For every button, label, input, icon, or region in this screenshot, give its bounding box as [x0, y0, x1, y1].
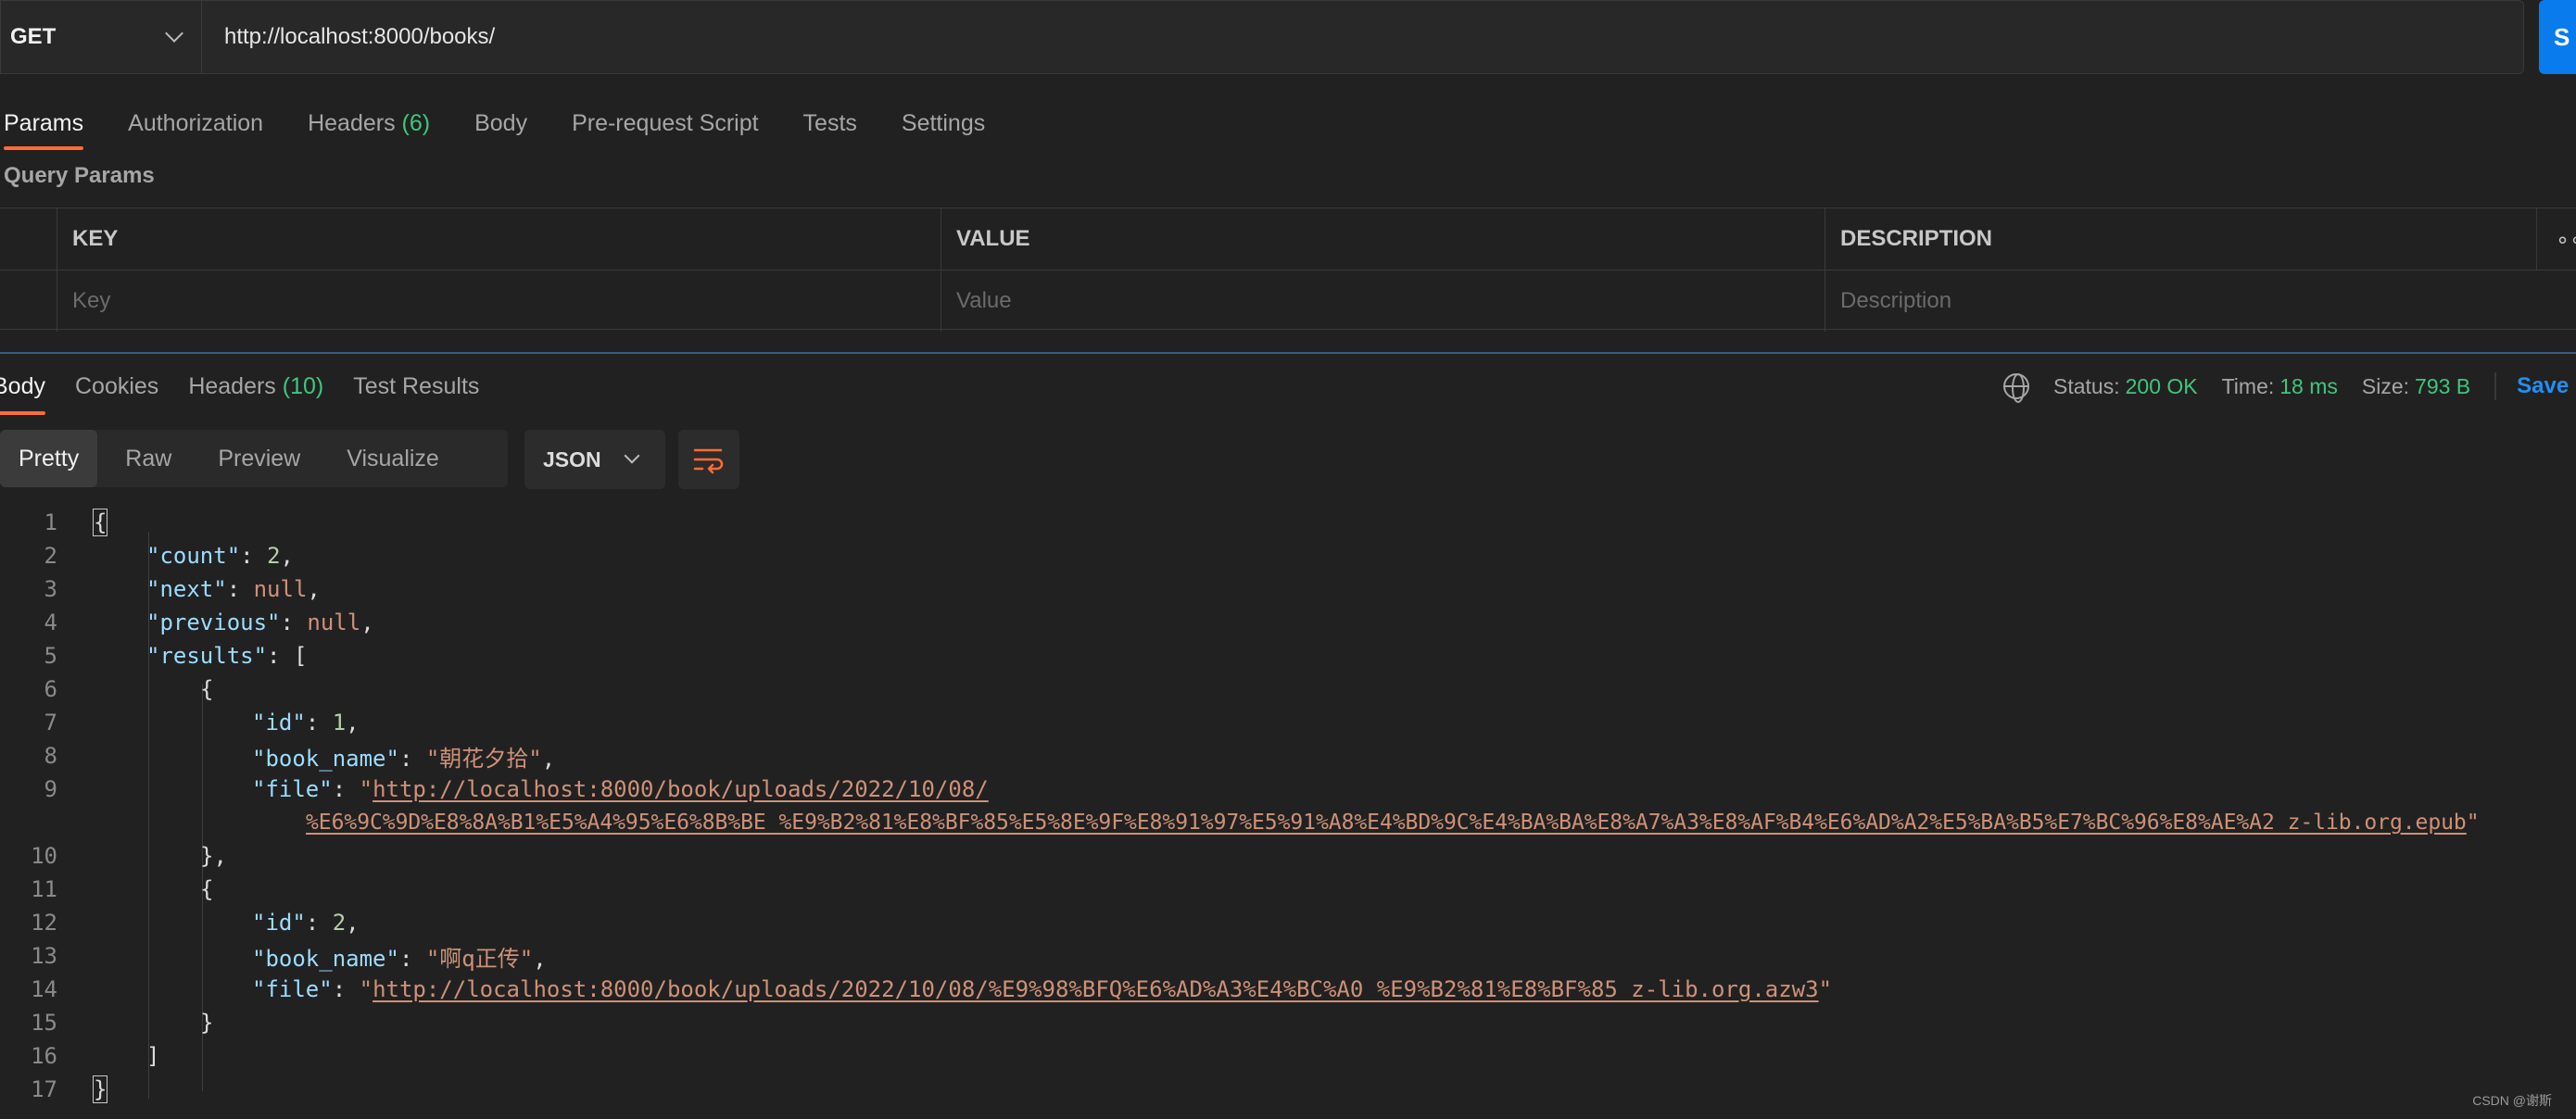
row-checkbox-column [0, 270, 57, 332]
method-label: GET [10, 24, 57, 49]
line-number: 15 [31, 1010, 57, 1036]
json-null: null [307, 610, 361, 635]
line-number: 8 [44, 743, 57, 769]
line-number: 16 [31, 1043, 57, 1069]
file-link[interactable]: %E6%9C%9D%E8%8A%B1%E5%A4%95%E6%8B%BE_%E9… [306, 811, 2467, 835]
json-string: "啊q正传" [425, 945, 534, 972]
tab-headers-count: (6) [401, 109, 431, 136]
tab-cookies[interactable]: Cookies [75, 363, 158, 409]
time-label: Time: [2221, 373, 2275, 398]
json-number: 2 [267, 543, 281, 569]
status-label: Status: [2053, 373, 2120, 398]
format-select[interactable]: JSON [524, 430, 665, 489]
request-tabs: Params Authorization Headers (6) Body Pr… [4, 100, 1029, 150]
tab-response-body[interactable]: Body [0, 363, 45, 415]
tab-response-headers-label: Headers [188, 372, 276, 399]
size-value[interactable]: 793 B [2415, 374, 2470, 399]
time-value[interactable]: 18 ms [2279, 374, 2338, 399]
send-button[interactable]: S [2539, 0, 2576, 74]
column-key: KEY [57, 208, 941, 270]
json-key: "previous" [146, 610, 281, 635]
more-options-icon[interactable]: ∘∘ [2556, 227, 2576, 253]
view-raw[interactable]: Raw [97, 430, 190, 487]
response-tabs: Body Cookies Headers (10) Test Results [0, 363, 509, 415]
line-number: 3 [44, 576, 57, 602]
view-pretty[interactable]: Pretty [0, 430, 98, 487]
chevron-down-icon [624, 447, 640, 464]
tab-tests[interactable]: Tests [803, 100, 857, 146]
wrap-lines-button[interactable] [678, 430, 739, 489]
indent-guide [202, 884, 203, 1091]
line-number: 12 [31, 910, 57, 936]
watermark: CSDN @谢斯 [2472, 1093, 2552, 1108]
pane-divider[interactable] [0, 352, 2576, 354]
url-text: http://localhost:8000/books/ [224, 24, 496, 49]
line-number: 17 [31, 1076, 57, 1102]
line-number: 14 [31, 976, 57, 1002]
table-header-row: KEY VALUE DESCRIPTION ∘∘ [0, 208, 2576, 270]
tab-response-headers-count: (10) [282, 372, 324, 399]
row-checkbox-column [0, 208, 57, 270]
query-params-table: KEY VALUE DESCRIPTION ∘∘ Key Value Descr… [0, 207, 2576, 332]
globe-icon[interactable] [2003, 373, 2029, 403]
file-link[interactable]: http://localhost:8000/book/uploads/2022/… [373, 776, 989, 802]
line-number: 2 [44, 543, 57, 569]
chevron-down-icon [165, 24, 183, 43]
description-input[interactable]: Description [1825, 270, 2576, 332]
json-string: "朝花夕拾" [425, 745, 542, 772]
view-preview[interactable]: Preview [190, 430, 319, 487]
view-mode-segmented: Pretty Raw Preview Visualize [0, 430, 508, 487]
method-select[interactable]: GET [0, 0, 202, 74]
json-key: "book_name" [252, 745, 399, 772]
line-number: 13 [31, 943, 57, 969]
json-key: "book_name" [252, 945, 399, 972]
save-response-button[interactable]: Save [2517, 373, 2569, 399]
wrap-lines-icon [693, 448, 724, 474]
key-input[interactable]: Key [57, 270, 941, 332]
tab-headers[interactable]: Headers (6) [308, 100, 430, 146]
view-visualize[interactable]: Visualize [319, 430, 458, 487]
table-row: Key Value Description [0, 270, 2576, 332]
column-description: DESCRIPTION [1825, 208, 2537, 270]
size-label: Size: [2361, 373, 2410, 398]
tab-authorization[interactable]: Authorization [128, 100, 263, 146]
json-null: null [253, 576, 308, 602]
response-status-bar: Status: 200 OK Time: 18 ms Size: 793 B S… [2003, 363, 2574, 409]
tab-body[interactable]: Body [474, 100, 527, 146]
json-key: "file" [252, 976, 333, 1002]
line-number: 6 [44, 676, 57, 702]
line-number: 10 [31, 843, 57, 869]
tab-pre-request-script[interactable]: Pre-request Script [572, 100, 758, 146]
line-number: 4 [44, 610, 57, 635]
json-number: 2 [332, 910, 347, 936]
line-number: 11 [31, 876, 57, 902]
json-key: "id" [252, 710, 306, 736]
line-number: 9 [44, 776, 57, 802]
tab-params[interactable]: Params [4, 100, 84, 150]
json-number: 1 [332, 710, 347, 736]
status-value[interactable]: 200 OK [2126, 374, 2198, 399]
value-input[interactable]: Value [941, 270, 1825, 332]
column-value: VALUE [941, 208, 1825, 270]
file-link[interactable]: http://localhost:8000/book/uploads/2022/… [373, 976, 1819, 1002]
json-key: "file" [252, 776, 333, 802]
url-input[interactable]: http://localhost:8000/books/ [202, 0, 2524, 74]
status-separator [2494, 372, 2497, 400]
json-key: "count" [146, 543, 241, 569]
tab-headers-label: Headers [308, 109, 396, 136]
format-label: JSON [543, 446, 601, 471]
tab-test-results[interactable]: Test Results [353, 363, 479, 409]
json-key: "next" [146, 576, 227, 602]
query-params-title: Query Params [4, 163, 155, 188]
json-key: "results" [146, 643, 268, 669]
line-number: 5 [44, 643, 57, 669]
tab-response-headers[interactable]: Headers (10) [188, 363, 323, 409]
json-key: "id" [252, 910, 306, 936]
tab-settings[interactable]: Settings [902, 100, 985, 146]
line-number: 7 [44, 710, 57, 736]
line-number: 1 [44, 509, 57, 535]
